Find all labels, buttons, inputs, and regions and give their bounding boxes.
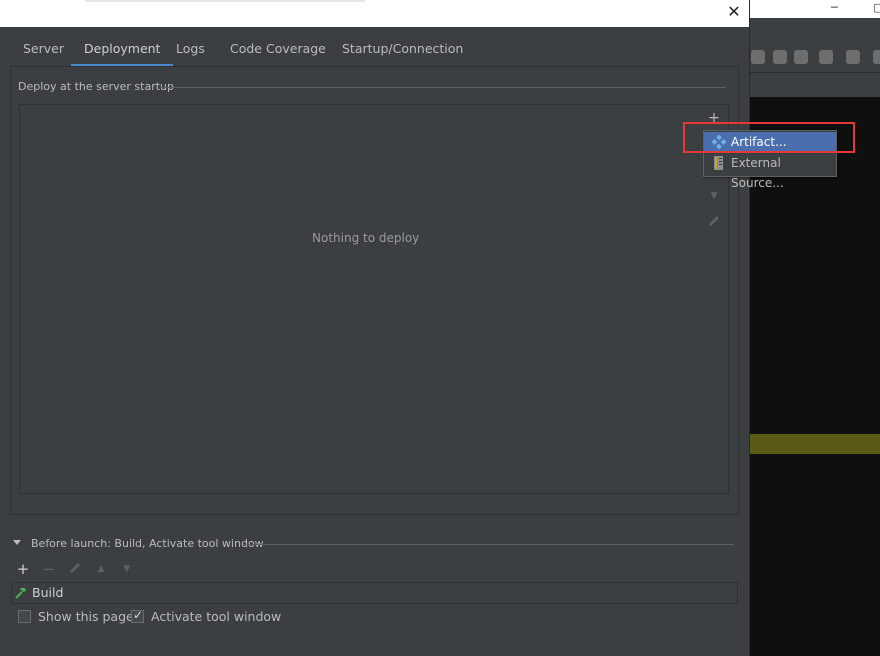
deploy-section-label: Deploy at the server startup: [18, 80, 175, 93]
edit-icon[interactable]: [706, 214, 722, 230]
activate-tool-window-checkbox[interactable]: [131, 608, 144, 623]
ide-toolbar: [749, 44, 880, 73]
external-source-icon: [714, 156, 723, 170]
stop-icon[interactable]: [846, 50, 860, 64]
tab-server[interactable]: Server: [23, 36, 64, 66]
highlight-annotation-box: [683, 122, 855, 153]
before-launch-task-row[interactable]: Build: [11, 582, 738, 604]
build-hammer-icon: [15, 588, 26, 599]
minimize-icon[interactable]: ─: [831, 1, 838, 14]
toolbar-button[interactable]: [751, 50, 765, 64]
tab-logs[interactable]: Logs: [176, 36, 205, 66]
tab-code-coverage[interactable]: Code Coverage: [230, 36, 326, 66]
maximize-icon[interactable]: ▢: [873, 1, 880, 14]
show-page-checkbox[interactable]: [18, 610, 31, 623]
empty-list-text: Nothing to deploy: [312, 231, 420, 245]
section-divider: [160, 87, 726, 88]
tab-deployment[interactable]: Deployment: [70, 36, 175, 67]
ide-tabstrip: [749, 75, 880, 97]
external-source-label: External Source...: [731, 156, 784, 190]
close-icon[interactable]: ✕: [724, 2, 744, 22]
move-down-icon[interactable]: ▼: [706, 188, 722, 204]
coverage-icon[interactable]: [794, 50, 808, 64]
profile-icon[interactable]: [819, 50, 833, 64]
dialog-title-strip: [85, 0, 365, 2]
before-launch-label[interactable]: Before launch: Build, Activate tool wind…: [31, 537, 264, 550]
edit-task-icon[interactable]: [67, 561, 83, 577]
remove-task-icon[interactable]: −: [41, 561, 57, 577]
toolbar-button[interactable]: [873, 50, 880, 64]
add-task-icon[interactable]: +: [15, 561, 31, 577]
ide-titlebar: ─ ▢: [749, 0, 880, 18]
popup-item-external-source[interactable]: External Source...: [704, 153, 836, 190]
activate-tool-window-label[interactable]: Activate tool window: [151, 609, 281, 624]
dialog-titlebar: ✕: [0, 0, 749, 27]
collapse-arrow-icon[interactable]: [13, 540, 21, 545]
show-page-label[interactable]: Show this page: [38, 609, 134, 624]
console-highlight-line: [749, 434, 880, 454]
run-configuration-dialog: ✕ Server Deployment Logs Code Coverage S…: [0, 0, 750, 656]
task-build-label: Build: [32, 585, 64, 600]
before-launch-divider: [243, 544, 734, 545]
tab-bar: Server Deployment Logs Code Coverage Sta…: [0, 36, 749, 67]
debug-icon[interactable]: [773, 50, 787, 64]
tab-startup-connection[interactable]: Startup/Connection: [342, 36, 463, 66]
move-up-icon[interactable]: ▲: [93, 561, 109, 577]
move-down-task-icon[interactable]: ▼: [119, 561, 135, 577]
deploy-list[interactable]: [19, 104, 704, 494]
